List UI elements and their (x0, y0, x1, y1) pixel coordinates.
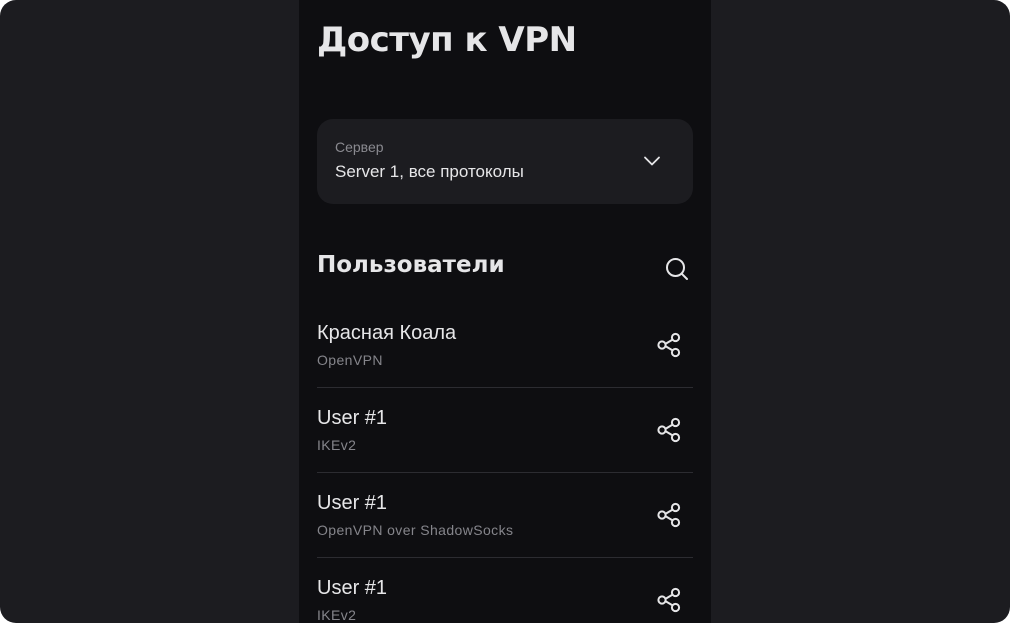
user-name: User #1 (317, 492, 388, 514)
share-button[interactable] (655, 586, 683, 614)
share-icon (655, 501, 683, 529)
users-list: Красная Коала OpenVPN User #1 IKEv2 User… (317, 303, 693, 623)
search-button[interactable] (663, 255, 691, 283)
share-button[interactable] (655, 416, 683, 444)
share-icon (655, 586, 683, 614)
user-list-item[interactable]: Красная Коала OpenVPN (317, 303, 693, 388)
user-protocol: IKEv2 (317, 607, 357, 623)
search-icon (663, 255, 691, 283)
user-list-item[interactable]: User #1 IKEv2 (317, 558, 693, 623)
user-name: Красная Коала (317, 322, 457, 344)
user-protocol: OpenVPN (317, 352, 383, 368)
share-button[interactable] (655, 501, 683, 529)
user-protocol: IKEv2 (317, 437, 357, 453)
user-protocol: OpenVPN over ShadowSocks (317, 522, 514, 538)
server-dropdown-value: Server 1, все протоколы (335, 162, 524, 181)
user-name: User #1 (317, 407, 388, 429)
server-dropdown-label: Сервер (335, 139, 384, 155)
server-dropdown[interactable]: Сервер Server 1, все протоколы (317, 119, 693, 204)
share-icon (655, 331, 683, 359)
users-section-title: Пользователи (317, 252, 505, 278)
user-list-item[interactable]: User #1 IKEv2 (317, 388, 693, 473)
vpn-access-screen: Доступ к VPN Сервер Server 1, все проток… (299, 0, 711, 623)
chevron-down-icon (643, 152, 661, 170)
app-frame: Доступ к VPN Сервер Server 1, все проток… (0, 0, 1010, 623)
share-icon (655, 416, 683, 444)
page-title: Доступ к VPN (317, 20, 577, 60)
user-name: User #1 (317, 577, 388, 599)
user-list-item[interactable]: User #1 OpenVPN over ShadowSocks (317, 473, 693, 558)
share-button[interactable] (655, 331, 683, 359)
